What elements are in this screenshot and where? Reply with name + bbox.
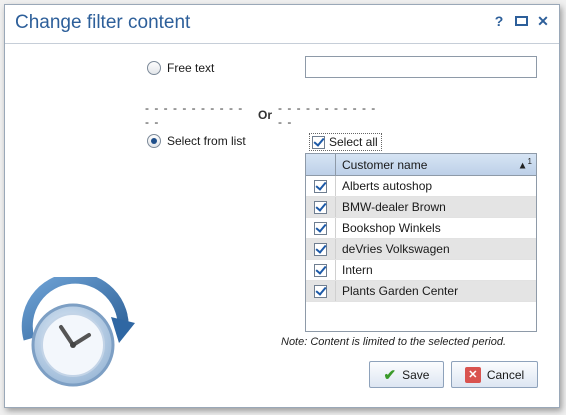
row-checkbox[interactable] bbox=[314, 263, 327, 277]
grid-header-check-col bbox=[306, 154, 336, 175]
row-checkbox[interactable] bbox=[314, 200, 327, 214]
sort-ascending-icon: ▲1 bbox=[517, 157, 532, 172]
table-row[interactable]: Plants Garden Center bbox=[306, 281, 536, 302]
change-filter-dialog: Change filter content ? ✕ Free text - - … bbox=[4, 4, 560, 408]
customer-name-cell: BMW-dealer Brown bbox=[342, 200, 446, 214]
help-icon[interactable]: ? bbox=[491, 13, 507, 29]
select-all-check-icon[interactable] bbox=[312, 135, 325, 149]
or-separator: - - - - - - - - - - - - - Or - - - - - - -… bbox=[145, 101, 377, 129]
title-divider bbox=[5, 43, 559, 44]
select-all-checkbox[interactable]: Select all bbox=[309, 133, 382, 151]
customer-name-column-header[interactable]: Customer name ▲1 bbox=[336, 154, 536, 175]
column-header-label: Customer name bbox=[342, 157, 428, 172]
cancel-button[interactable]: ✕ Cancel bbox=[451, 361, 538, 388]
row-checkbox[interactable] bbox=[314, 284, 327, 298]
checkmark-icon: ✔ bbox=[383, 366, 397, 384]
row-checkbox[interactable] bbox=[314, 179, 327, 193]
customer-name-cell: deVries Volkswagen bbox=[342, 242, 450, 256]
table-row[interactable]: Alberts autoshop bbox=[306, 176, 536, 197]
maximize-icon[interactable] bbox=[513, 13, 529, 29]
free-text-input[interactable] bbox=[305, 56, 537, 78]
clock-refresh-icon bbox=[21, 277, 135, 387]
cancel-x-icon: ✕ bbox=[464, 366, 481, 383]
row-checkbox[interactable] bbox=[314, 242, 327, 256]
customer-name-cell: Intern bbox=[342, 263, 373, 277]
table-row[interactable]: Intern bbox=[306, 260, 536, 281]
save-label: Save bbox=[402, 367, 430, 382]
save-button[interactable]: ✔ Save bbox=[369, 361, 444, 388]
select-from-list-radio[interactable] bbox=[147, 134, 161, 148]
free-text-option[interactable]: Free text bbox=[147, 61, 214, 75]
select-all-label: Select all bbox=[329, 135, 378, 149]
grid-header: Customer name ▲1 bbox=[306, 154, 536, 176]
select-from-list-label: Select from list bbox=[167, 134, 246, 148]
table-row[interactable]: deVries Volkswagen bbox=[306, 239, 536, 260]
select-from-list-option[interactable]: Select from list bbox=[147, 134, 246, 148]
row-checkbox[interactable] bbox=[314, 221, 327, 235]
or-label: Or bbox=[257, 108, 272, 122]
free-text-label: Free text bbox=[167, 61, 215, 75]
free-text-radio[interactable] bbox=[147, 61, 161, 75]
title-actions: ? ✕ bbox=[491, 13, 551, 30]
close-icon[interactable]: ✕ bbox=[535, 13, 551, 29]
sort-order: 1 bbox=[527, 157, 532, 167]
table-row[interactable]: BMW-dealer Brown bbox=[306, 197, 536, 218]
period-note: Note: Content is limited to the selected… bbox=[281, 336, 507, 348]
cancel-label: Cancel bbox=[486, 367, 525, 382]
table-row[interactable]: Bookshop Winkels bbox=[306, 218, 536, 239]
customer-name-cell: Plants Garden Center bbox=[342, 284, 459, 298]
customer-grid: Customer name ▲1 Alberts autoshop BMW-de… bbox=[305, 153, 537, 332]
dialog-title: Change filter content bbox=[15, 12, 191, 33]
customer-name-cell: Bookshop Winkels bbox=[342, 221, 441, 235]
customer-name-cell: Alberts autoshop bbox=[342, 179, 433, 193]
